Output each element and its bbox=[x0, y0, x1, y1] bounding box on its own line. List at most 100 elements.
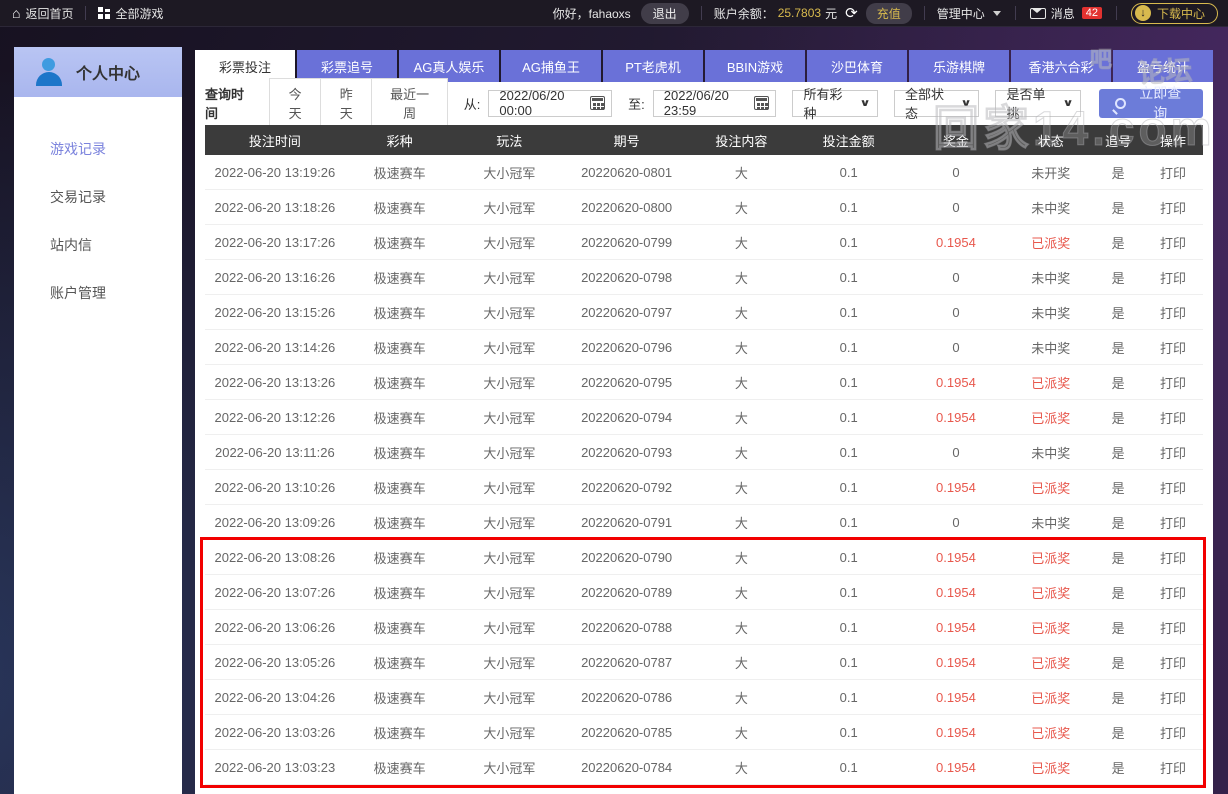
all-games-link[interactable]: 全部游戏 bbox=[86, 0, 175, 26]
calendar-icon[interactable] bbox=[754, 96, 769, 110]
bet-time: 2022-06-20 13:09:26 bbox=[205, 515, 345, 530]
sidebar-item-link[interactable]: 交易记录 bbox=[14, 173, 182, 221]
issue-number: 20220620-0787 bbox=[564, 655, 689, 670]
tab-item[interactable]: 香港六合彩 bbox=[1011, 50, 1111, 82]
print-link[interactable]: 打印 bbox=[1143, 408, 1203, 427]
print-link[interactable]: 打印 bbox=[1143, 268, 1203, 287]
print-link[interactable]: 打印 bbox=[1143, 443, 1203, 462]
play-type: 大小冠军 bbox=[454, 408, 564, 427]
top-bar: ⌂ 返回首页 全部游戏 你好，fahaoxs 退出 账户余额： 25.7803 … bbox=[0, 0, 1228, 27]
chase-flag: 是 bbox=[1093, 653, 1143, 672]
print-link[interactable]: 打印 bbox=[1143, 478, 1203, 497]
message-count-badge: 42 bbox=[1082, 7, 1102, 19]
print-link[interactable]: 打印 bbox=[1143, 163, 1203, 182]
sidebar-item-active[interactable]: 游戏记录 bbox=[14, 125, 182, 173]
lottery-type: 极速赛车 bbox=[345, 198, 455, 217]
admin-center-menu[interactable]: 管理中心 bbox=[937, 0, 1001, 26]
divider bbox=[701, 6, 702, 20]
column-header: 追号 bbox=[1093, 131, 1143, 150]
quick-date-button[interactable]: 今天 bbox=[269, 78, 321, 128]
issue-number: 20220620-0796 bbox=[564, 340, 689, 355]
print-link[interactable]: 打印 bbox=[1143, 758, 1203, 777]
tab-item[interactable]: 乐游棋牌 bbox=[909, 50, 1009, 82]
lottery-type-select[interactable]: 所有彩种 ∨ bbox=[792, 90, 877, 117]
tab-item[interactable]: BBIN游戏 bbox=[705, 50, 805, 82]
tab-item[interactable]: AG捕鱼王 bbox=[501, 50, 601, 82]
lottery-type: 极速赛车 bbox=[345, 653, 455, 672]
recharge-button[interactable]: 充值 bbox=[866, 3, 912, 24]
issue-number: 20220620-0799 bbox=[564, 235, 689, 250]
status-text: 已派奖 bbox=[1008, 233, 1093, 252]
chase-flag: 是 bbox=[1093, 723, 1143, 742]
status-select[interactable]: 全部状态 ∨ bbox=[894, 90, 979, 117]
print-link[interactable]: 打印 bbox=[1143, 303, 1203, 322]
bet-time: 2022-06-20 13:11:26 bbox=[205, 445, 345, 460]
lottery-type: 极速赛车 bbox=[345, 478, 455, 497]
status-text: 已派奖 bbox=[1008, 758, 1093, 777]
issue-number: 20220620-0784 bbox=[564, 760, 689, 775]
issue-number: 20220620-0798 bbox=[564, 270, 689, 285]
bet-amount: 0.1 bbox=[794, 690, 904, 705]
play-type: 大小冠军 bbox=[454, 338, 564, 357]
table-row: 2022-06-20 13:13:26极速赛车大小冠军20220620-0795… bbox=[205, 365, 1203, 400]
refresh-icon[interactable]: ⟳ bbox=[845, 6, 858, 21]
print-link[interactable]: 打印 bbox=[1143, 338, 1203, 357]
status-text: 未中奖 bbox=[1008, 513, 1093, 532]
from-date-input[interactable]: 2022/06/20 00:00 bbox=[488, 90, 612, 117]
lottery-type: 极速赛车 bbox=[345, 688, 455, 707]
play-type: 大小冠军 bbox=[454, 583, 564, 602]
play-type: 大小冠军 bbox=[454, 723, 564, 742]
logout-button[interactable]: 退出 bbox=[641, 3, 689, 24]
chase-flag: 是 bbox=[1093, 303, 1143, 322]
print-link[interactable]: 打印 bbox=[1143, 513, 1203, 532]
issue-number: 20220620-0795 bbox=[564, 375, 689, 390]
query-time-label: 查询时间 bbox=[205, 84, 255, 122]
user-greeting: 你好，fahaoxs bbox=[553, 5, 631, 22]
table-row: 2022-06-20 13:08:26极速赛车大小冠军20220620-0790… bbox=[205, 540, 1203, 575]
print-link[interactable]: 打印 bbox=[1143, 688, 1203, 707]
print-link[interactable]: 打印 bbox=[1143, 618, 1203, 637]
sidebar-item-link[interactable]: 站内信 bbox=[14, 221, 182, 269]
tab-item[interactable]: 沙巴体育 bbox=[807, 50, 907, 82]
bet-amount: 0.1 bbox=[794, 375, 904, 390]
bet-amount: 0.1 bbox=[794, 165, 904, 180]
quick-date-button[interactable]: 最近一周 bbox=[372, 78, 447, 128]
bet-content: 大 bbox=[689, 443, 794, 462]
print-link[interactable]: 打印 bbox=[1143, 723, 1203, 742]
to-date-value: 2022/06/20 23:59 bbox=[664, 88, 747, 118]
tab-item[interactable]: PT老虎机 bbox=[603, 50, 703, 82]
status-text: 未中奖 bbox=[1008, 303, 1093, 322]
bet-time: 2022-06-20 13:05:26 bbox=[205, 655, 345, 670]
home-link[interactable]: ⌂ 返回首页 bbox=[0, 0, 85, 26]
chase-flag: 是 bbox=[1093, 198, 1143, 217]
print-link[interactable]: 打印 bbox=[1143, 373, 1203, 392]
single-pick-select[interactable]: 是否单挑 ∨ bbox=[995, 90, 1080, 117]
issue-number: 20220620-0800 bbox=[564, 200, 689, 215]
prize-value: 0 bbox=[904, 340, 1009, 355]
table-row: 2022-06-20 13:12:26极速赛车大小冠军20220620-0794… bbox=[205, 400, 1203, 435]
bet-content: 大 bbox=[689, 758, 794, 777]
tab-item[interactable]: 盈亏统计 bbox=[1113, 50, 1213, 82]
search-button[interactable]: 立即查询 bbox=[1099, 89, 1203, 118]
print-link[interactable]: 打印 bbox=[1143, 233, 1203, 252]
print-link[interactable]: 打印 bbox=[1143, 198, 1203, 217]
calendar-icon[interactable] bbox=[590, 96, 605, 110]
status-text: 已派奖 bbox=[1008, 583, 1093, 602]
column-header: 期号 bbox=[564, 131, 689, 150]
table-row: 2022-06-20 13:14:26极速赛车大小冠军20220620-0796… bbox=[205, 330, 1203, 365]
download-center-button[interactable]: ↓ 下载中心 bbox=[1131, 3, 1218, 24]
print-link[interactable]: 打印 bbox=[1143, 653, 1203, 672]
bet-content: 大 bbox=[689, 163, 794, 182]
to-date-input[interactable]: 2022/06/20 23:59 bbox=[653, 90, 777, 117]
quick-date-button[interactable]: 昨天 bbox=[321, 78, 372, 128]
print-link[interactable]: 打印 bbox=[1143, 583, 1203, 602]
bet-content: 大 bbox=[689, 478, 794, 497]
sidebar-item-link[interactable]: 账户管理 bbox=[14, 269, 182, 317]
sidebar-menu: 游戏记录交易记录站内信账户管理 bbox=[14, 97, 182, 317]
messages-link[interactable]: 消息 42 bbox=[1030, 0, 1102, 26]
issue-number: 20220620-0789 bbox=[564, 585, 689, 600]
prize-value: 0 bbox=[904, 445, 1009, 460]
lottery-type: 极速赛车 bbox=[345, 373, 455, 392]
print-link[interactable]: 打印 bbox=[1143, 548, 1203, 567]
bet-amount: 0.1 bbox=[794, 200, 904, 215]
